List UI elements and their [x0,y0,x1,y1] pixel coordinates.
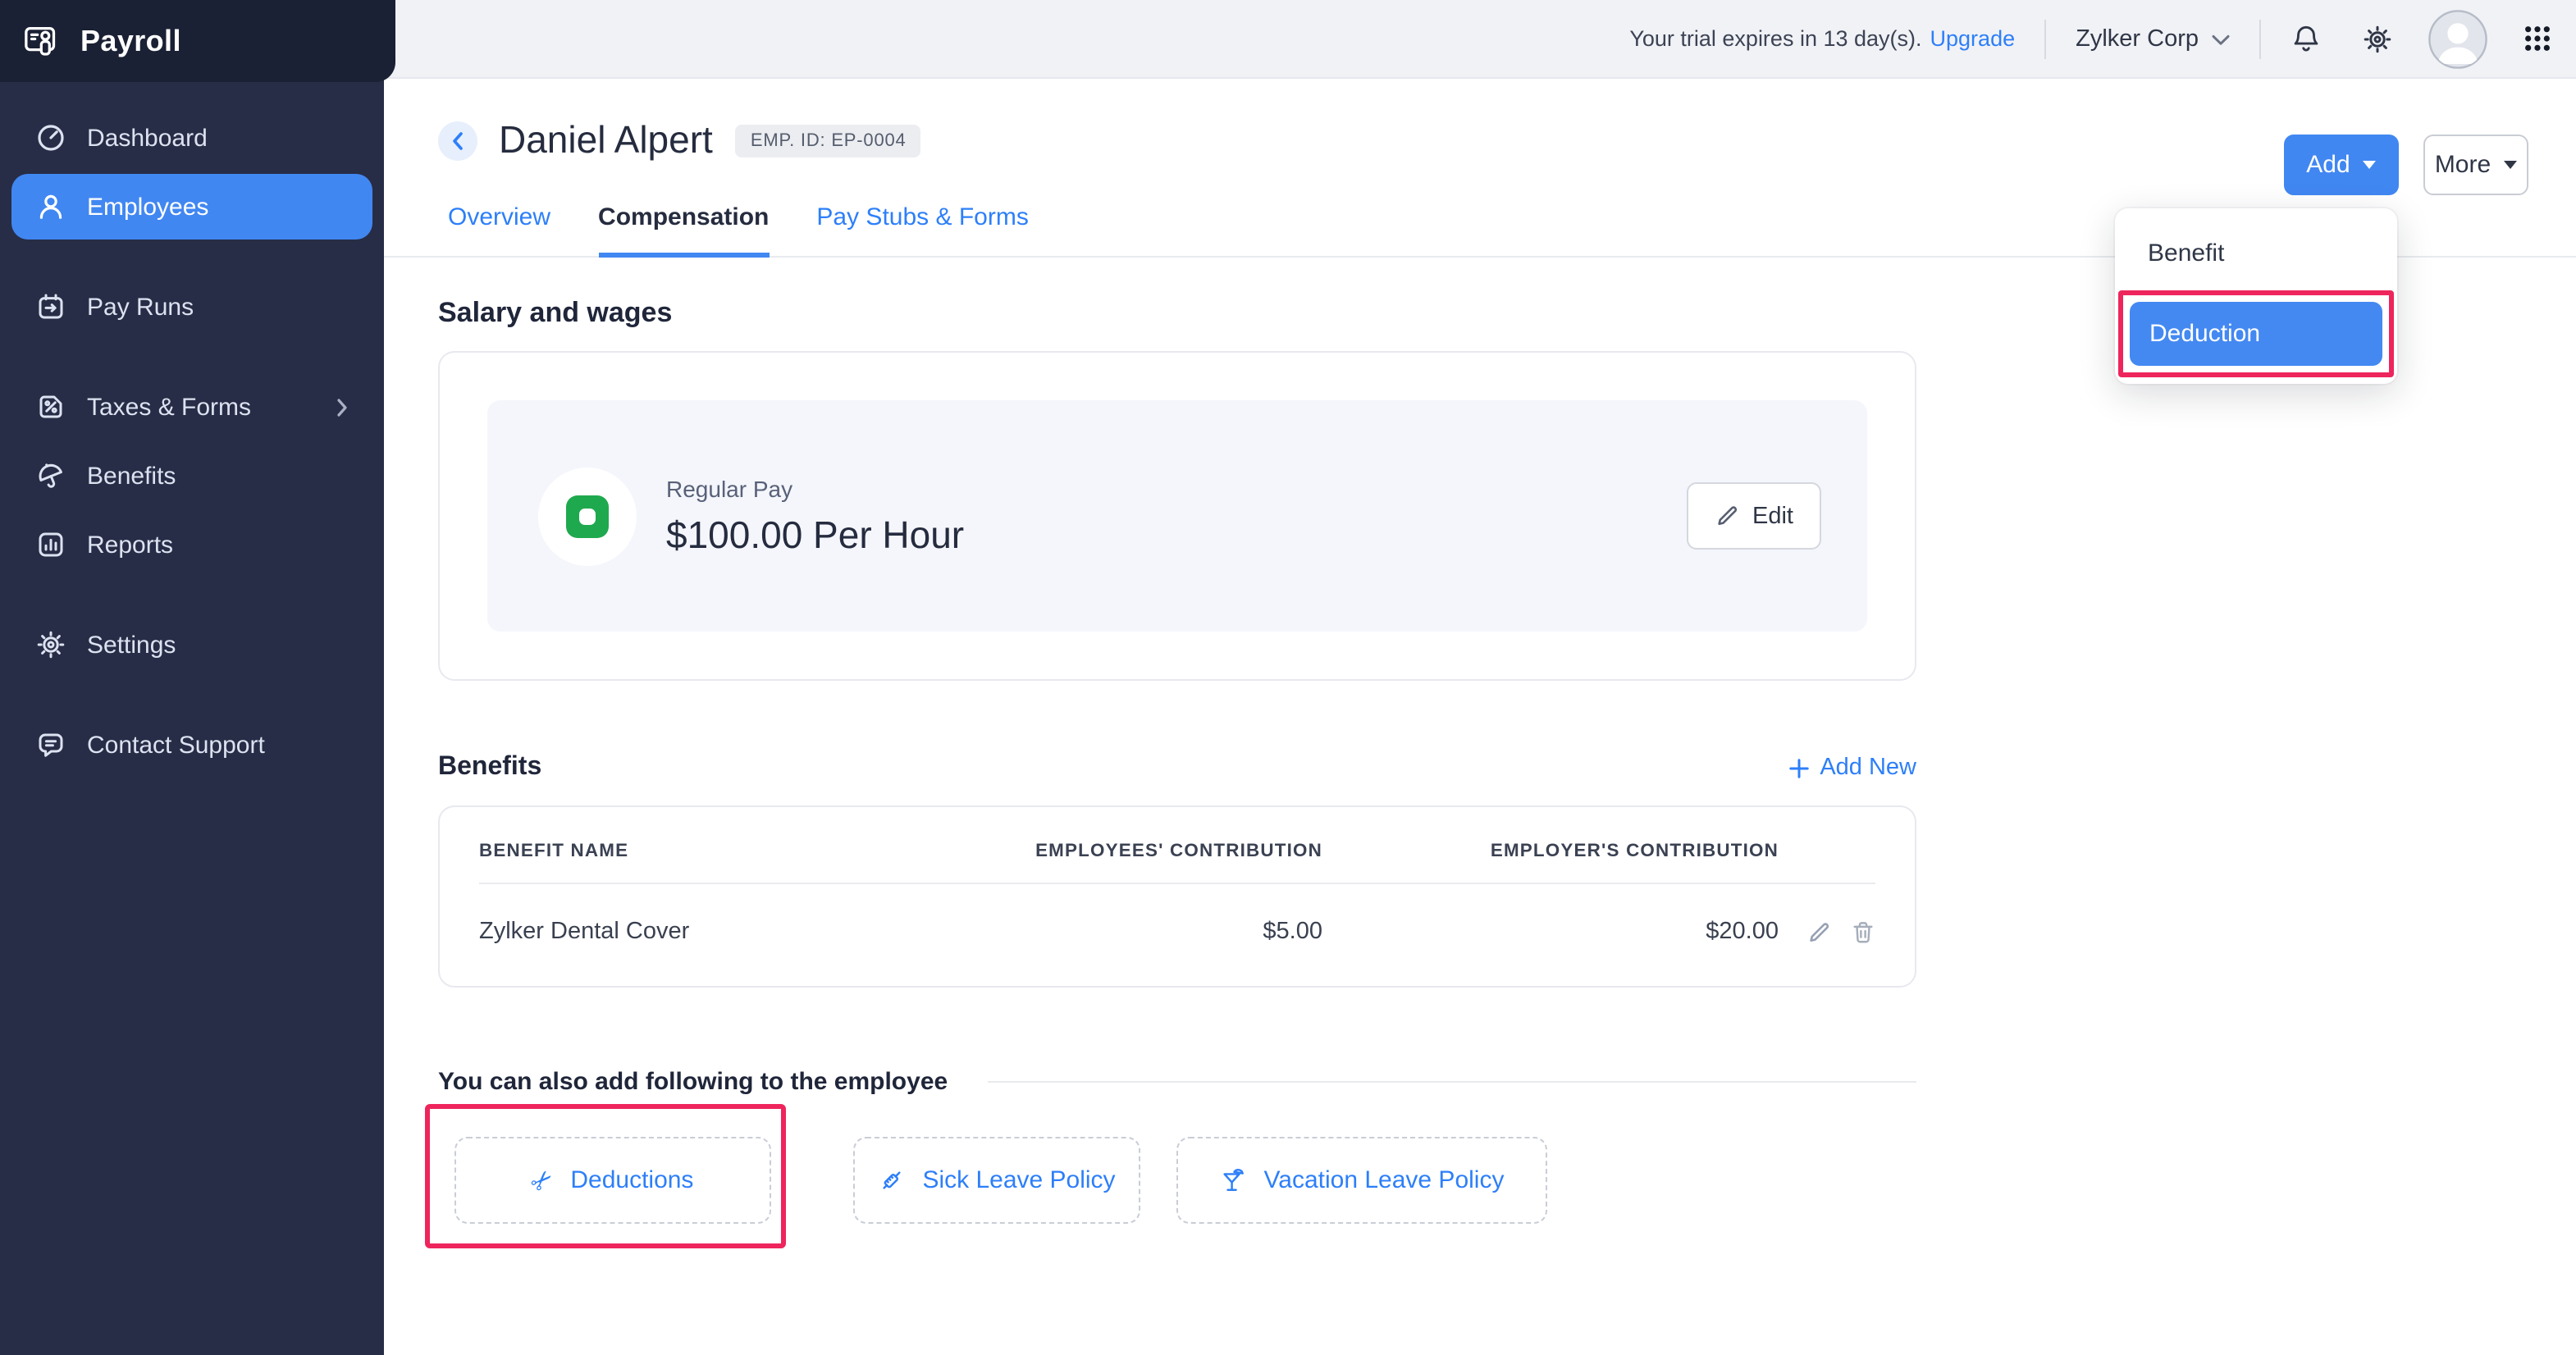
tab-pay-stubs-forms[interactable]: Pay Stubs & Forms [816,203,1028,256]
menu-item-deduction[interactable]: Deduction [2130,302,2382,366]
add-new-benefit-link[interactable]: Add New [1788,755,1916,781]
apps-grid-icon[interactable] [2523,25,2551,52]
sidebar-nav: Dashboard Employees Pay Runs Taxes & For… [0,82,384,781]
menu-item-benefit[interactable]: Benefit [2115,221,2397,285]
money-icon [538,467,637,565]
caret-down-icon [2504,161,2518,169]
employers-contribution-cell: $20.00 [1706,919,1779,945]
tab-overview[interactable]: Overview [448,203,550,256]
umbrella-icon [36,461,66,490]
app-title: Payroll [80,24,181,57]
pay-runs-icon [36,292,66,322]
plus-icon [1788,757,1810,778]
highlight-box: ✂ Deductions [425,1104,786,1248]
column-benefit-name: BENEFIT NAME [479,842,629,861]
gear-icon [36,630,66,659]
dashboard-icon [36,123,66,153]
reports-icon [36,530,66,559]
benefits-header: Benefits Add New [438,753,1916,782]
sidebar-item-settings[interactable]: Settings [11,612,372,678]
caret-down-icon [2363,161,2377,169]
sidebar-item-employees[interactable]: Employees [11,174,372,240]
sidebar-item-contact-support[interactable]: Contact Support [11,712,372,778]
highlight-box: Deduction [2118,290,2394,377]
chevron-down-icon [2212,34,2230,46]
pay-type-label: Regular Pay [666,475,793,501]
section-title-benefits: Benefits [438,753,542,781]
sidebar-item-label: Contact Support [87,731,265,759]
tab-compensation[interactable]: Compensation [598,203,770,258]
app-window: Dashboard Employees Pay Runs Taxes & For… [0,0,2576,1355]
sidebar-item-label: Benefits [87,462,176,490]
sidebar-item-label: Dashboard [87,124,208,152]
page-header: Daniel Alpert EMP. ID: EP-0004 [384,79,2576,162]
benefit-name-cell: Zylker Dental Cover [479,919,690,945]
taxes-forms-icon [36,392,66,422]
divider-line [987,1081,1916,1083]
app-logo: Payroll [0,0,395,82]
topbar-divider [2259,19,2261,58]
chevron-right-icon [336,398,348,416]
main-content: Daniel Alpert EMP. ID: EP-0004 Add More … [384,79,2576,1355]
org-selector[interactable]: Zylker Corp [2076,25,2230,52]
column-employees-contribution: EMPLOYEES' CONTRIBUTION [1035,842,1322,861]
edit-pay-button[interactable]: Edit [1687,482,1821,550]
org-name: Zylker Corp [2076,25,2199,52]
gear-icon[interactable] [2363,24,2392,53]
regular-pay-panel: Regular Pay $100.00 Per Hour Edit [487,400,1867,632]
add-button[interactable]: Add [2284,135,2399,195]
salary-section: Salary and wages Regular Pay $100.00 Per… [425,297,1916,1248]
upgrade-link[interactable]: Upgrade [1930,26,2016,51]
topbar: Your trial expires in 13 day(s). Upgrade … [384,0,2576,79]
scissors-icon: ✂ [523,1161,562,1199]
column-employers-contribution: EMPLOYER'S CONTRIBUTION [1490,842,1779,861]
sidebar-item-label: Employees [87,193,209,221]
chat-bubble-icon [36,730,66,760]
suggestions-header: You can also add following to the employ… [438,1068,1916,1096]
syringe-icon [878,1166,906,1194]
pencil-icon [1715,504,1739,528]
sidebar-item-pay-runs[interactable]: Pay Runs [11,274,372,340]
pencil-icon[interactable] [1806,919,1831,944]
trial-expiry-text: Your trial expires in 13 day(s). Upgrade [1629,26,2016,51]
avatar[interactable] [2428,9,2487,68]
sidebar-item-label: Reports [87,531,174,559]
more-button[interactable]: More [2423,135,2528,195]
sidebar-item-reports[interactable]: Reports [11,512,372,577]
sidebar-item-taxes-forms[interactable]: Taxes & Forms [11,374,372,440]
back-button[interactable] [438,121,477,160]
benefits-table-header: BENEFIT NAME EMPLOYEES' CONTRIBUTION EMP… [479,807,1875,884]
table-row: Zylker Dental Cover $5.00 $20.00 [479,884,1875,986]
page-title: Daniel Alpert [499,118,713,161]
section-title-salary: Salary and wages [438,297,673,328]
pay-rate-value: $100.00 Per Hour [666,513,965,555]
employees-contribution-cell: $5.00 [1263,919,1322,945]
payroll-logo-icon [23,21,64,62]
sidebar-item-label: Taxes & Forms [87,393,252,421]
add-deductions-button[interactable]: ✂ Deductions [454,1137,771,1224]
add-dropdown-menu: Benefit Deduction [2115,208,2397,384]
add-vacation-leave-policy-button[interactable]: Vacation Leave Policy [1176,1137,1547,1224]
sidebar: Dashboard Employees Pay Runs Taxes & For… [0,0,384,1355]
add-sick-leave-policy-button[interactable]: Sick Leave Policy [853,1137,1140,1224]
topbar-divider [2044,19,2047,58]
employees-icon [36,192,66,221]
suggestions-row: ✂ Deductions Sick Leave Policy Vacation … [425,1104,1916,1248]
sidebar-item-dashboard[interactable]: Dashboard [11,105,372,171]
sidebar-item-label: Pay Runs [87,293,194,321]
suggestions-title: You can also add following to the employ… [438,1068,948,1096]
benefits-table: BENEFIT NAME EMPLOYEES' CONTRIBUTION EMP… [438,805,1916,988]
employee-id-badge: EMP. ID: EP-0004 [735,124,921,157]
salary-card: Regular Pay $100.00 Per Hour Edit [438,351,1916,681]
bell-icon[interactable] [2291,23,2322,54]
cocktail-icon [1220,1166,1248,1194]
sidebar-item-benefits[interactable]: Benefits [11,443,372,509]
sidebar-item-label: Settings [87,631,176,659]
trash-icon[interactable] [1851,919,1875,944]
